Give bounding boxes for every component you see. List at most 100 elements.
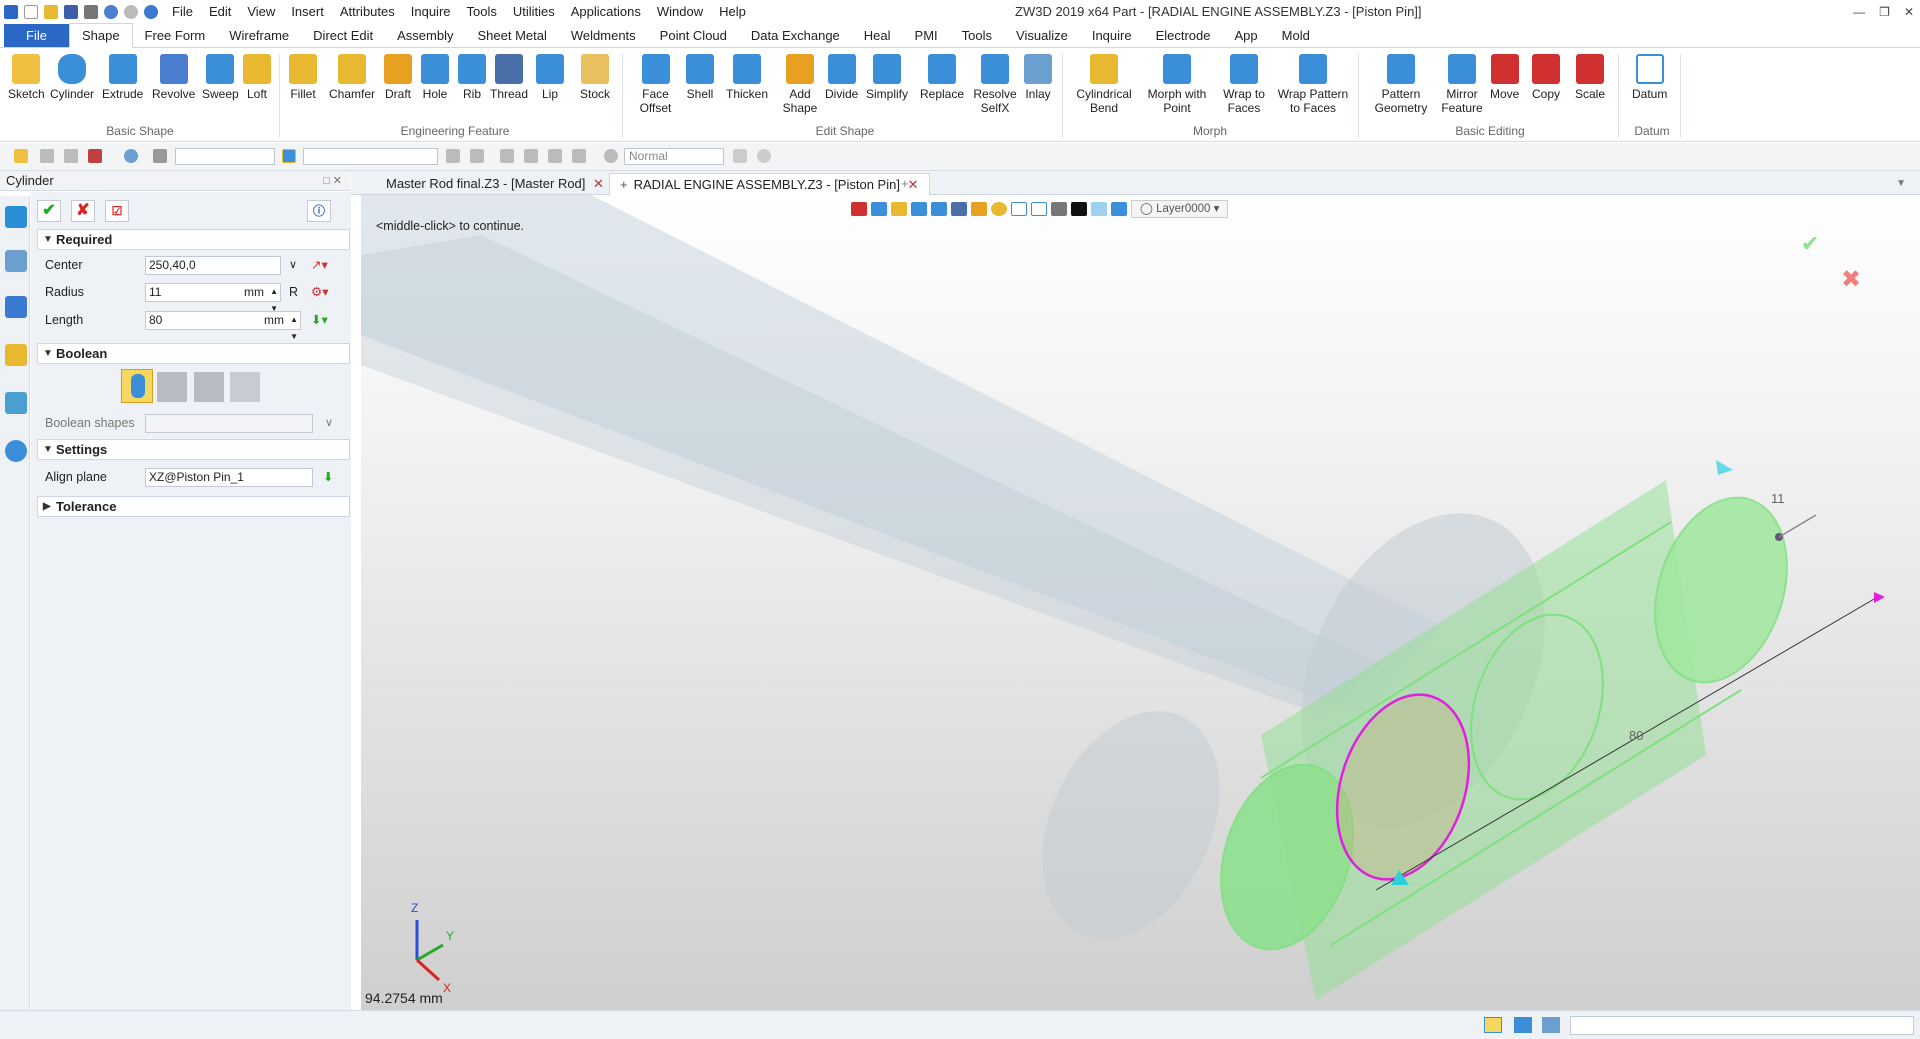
status-view-icon[interactable] xyxy=(1484,1017,1502,1033)
doc-tab-master-rod[interactable]: Master Rod final.Z3 - [Master Rod] ✕ xyxy=(376,173,614,195)
save-icon[interactable] xyxy=(64,5,78,19)
toolbar-icon[interactable] xyxy=(757,149,771,163)
apply-button[interactable]: ☑ xyxy=(105,200,129,222)
confirm-check-icon[interactable]: ✔ xyxy=(1801,231,1819,257)
hole-button[interactable]: Hole xyxy=(421,54,449,101)
revolve-button[interactable]: Revolve xyxy=(152,54,195,101)
extrude-button[interactable]: Extrude xyxy=(102,54,143,101)
tab-heal[interactable]: Heal xyxy=(852,24,903,47)
grid-icon[interactable] xyxy=(1031,202,1047,216)
menu-edit[interactable]: Edit xyxy=(201,0,239,24)
filter-list-icon[interactable] xyxy=(153,149,167,163)
minimize-icon[interactable]: — xyxy=(1853,0,1865,24)
thicken-button[interactable]: Thicken xyxy=(726,54,768,101)
fillet-button[interactable]: Fillet xyxy=(289,54,317,101)
expand-chevron-icon[interactable]: ∨ xyxy=(289,254,297,276)
tab-tools[interactable]: Tools xyxy=(950,24,1004,47)
restore-icon[interactable]: ❐ xyxy=(1879,0,1890,24)
menu-file[interactable]: File xyxy=(164,0,201,24)
view-orient-icon[interactable] xyxy=(951,202,967,216)
pick-icon[interactable] xyxy=(88,149,102,163)
visual-icon[interactable] xyxy=(5,392,27,414)
toolbar-icon[interactable] xyxy=(470,149,484,163)
zoom-fit-icon[interactable] xyxy=(1011,202,1027,216)
simplify-button[interactable]: Simplify xyxy=(866,54,908,101)
panel-pin-icon[interactable]: □ ✕ xyxy=(323,171,342,191)
morph-with-point-button[interactable]: Morph with Point xyxy=(1146,54,1208,115)
measure-icon[interactable] xyxy=(891,202,907,216)
refresh-icon[interactable] xyxy=(144,5,158,19)
radius-r-label[interactable]: R xyxy=(289,281,298,303)
cylinder-button[interactable]: Cylinder xyxy=(50,54,94,101)
render-mode-icon[interactable] xyxy=(911,202,927,216)
scale-button[interactable]: Scale xyxy=(1575,54,1605,101)
menu-inquire[interactable]: Inquire xyxy=(403,0,459,24)
info-icon[interactable]: ⓘ xyxy=(307,200,331,222)
cancel-x-icon[interactable]: ✖ xyxy=(1841,265,1861,294)
center-field[interactable]: 250,40,0 xyxy=(145,256,281,275)
section-boolean[interactable]: ▼ Boolean xyxy=(37,343,350,364)
tab-assembly[interactable]: Assembly xyxy=(385,24,465,47)
tab-file[interactable]: File xyxy=(4,24,69,47)
cancel-button[interactable]: ✘ xyxy=(71,200,95,222)
menu-utilities[interactable]: Utilities xyxy=(505,0,563,24)
doc-tab-piston-pin[interactable]: + RADIAL ENGINE ASSEMBLY.Z3 - [Piston Pin… xyxy=(609,173,930,195)
new-tab-button[interactable]: + xyxy=(891,173,919,195)
user-icon[interactable] xyxy=(5,440,27,462)
tab-shape[interactable]: Shape xyxy=(68,23,133,48)
close-tab-icon[interactable]: ✕ xyxy=(593,176,604,191)
toolbar-icon[interactable] xyxy=(733,149,747,163)
lip-button[interactable]: Lip xyxy=(536,54,564,101)
pick-combo[interactable] xyxy=(303,148,438,165)
length-handle-end[interactable] xyxy=(1874,592,1885,603)
pick-point-icon[interactable]: ↗▾ xyxy=(311,254,328,276)
toolbar-icon[interactable] xyxy=(548,149,562,163)
spinner-icon[interactable]: ▲ ▼ xyxy=(290,311,298,345)
mode-combo[interactable]: Normal xyxy=(624,148,724,165)
menu-tools[interactable]: Tools xyxy=(459,0,505,24)
inlay-button[interactable]: Inlay xyxy=(1024,54,1052,101)
section-settings[interactable]: ▼ Settings xyxy=(37,439,350,460)
section-tolerance[interactable]: ▶ Tolerance xyxy=(37,496,350,517)
tab-inquire[interactable]: Inquire xyxy=(1080,24,1144,47)
menu-window[interactable]: Window xyxy=(649,0,711,24)
toolbar-icon[interactable] xyxy=(446,149,460,163)
rib-button[interactable]: Rib xyxy=(458,54,486,101)
filter-icon[interactable] xyxy=(40,149,54,163)
pattern-geometry-button[interactable]: Pattern Geometry xyxy=(1370,54,1432,115)
boolean-shapes-field[interactable] xyxy=(145,414,313,433)
part-icon[interactable] xyxy=(5,344,27,366)
menu-view[interactable]: View xyxy=(239,0,283,24)
tab-data-exchange[interactable]: Data Exchange xyxy=(739,24,852,47)
section-view-icon[interactable] xyxy=(971,202,987,216)
boolean-remove-button[interactable] xyxy=(194,372,224,402)
radius-handle[interactable] xyxy=(1716,460,1733,475)
sweep-button[interactable]: Sweep xyxy=(202,54,239,101)
tab-direct-edit[interactable]: Direct Edit xyxy=(301,24,385,47)
wrap-to-faces-button[interactable]: Wrap to Faces xyxy=(1222,54,1266,115)
radius-field[interactable]: 11 mm ▲ ▼ xyxy=(145,283,281,313)
datum-button[interactable]: Datum xyxy=(1632,54,1667,101)
add-shape-button[interactable]: Add Shape xyxy=(780,54,820,115)
boolean-base-button[interactable] xyxy=(121,369,153,403)
resolve-selfx-button[interactable]: Resolve SelfX xyxy=(973,54,1017,115)
tab-free-form[interactable]: Free Form xyxy=(133,24,218,47)
print-icon[interactable] xyxy=(84,5,98,19)
align-plane-field[interactable]: XZ@Piston Pin_1 xyxy=(145,468,313,487)
tab-app[interactable]: App xyxy=(1223,24,1270,47)
tab-wireframe[interactable]: Wireframe xyxy=(217,24,301,47)
thread-button[interactable]: Thread xyxy=(490,54,528,101)
menu-help[interactable]: Help xyxy=(711,0,754,24)
chamfer-button[interactable]: Chamfer xyxy=(329,54,375,101)
menu-applications[interactable]: Applications xyxy=(563,0,649,24)
new-file-icon[interactable] xyxy=(24,5,38,19)
view-cube-icon[interactable] xyxy=(931,202,947,216)
graphics-viewport[interactable]: 11 80 Z Y X <middle-click> to continue. … xyxy=(361,195,1920,1010)
tab-sheet-metal[interactable]: Sheet Metal xyxy=(466,24,559,47)
menu-attributes[interactable]: Attributes xyxy=(332,0,403,24)
boolean-intersect-button[interactable] xyxy=(230,372,260,402)
pick-filter-icon[interactable] xyxy=(282,149,296,163)
copy-button[interactable]: Copy xyxy=(1532,54,1560,101)
toolbar-icon[interactable] xyxy=(500,149,514,163)
tab-visualize[interactable]: Visualize xyxy=(1004,24,1080,47)
